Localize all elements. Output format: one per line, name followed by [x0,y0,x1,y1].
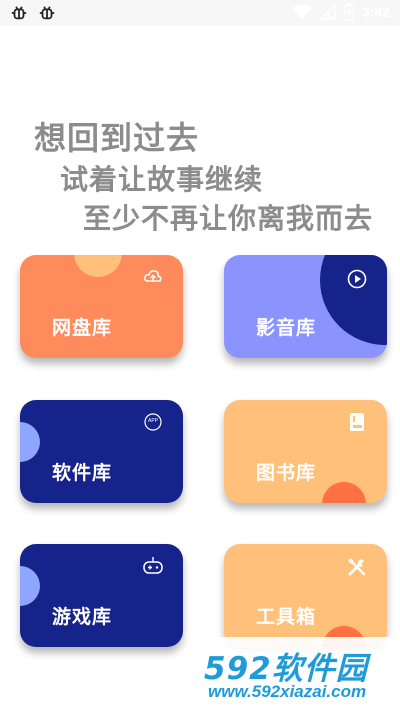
card-decoration [322,482,366,503]
card-cloud-disk[interactable]: 网盘库 [20,255,183,358]
bug-icon [38,4,56,22]
quote-line-2: 试着让故事继续 [60,163,264,196]
quote-line-1: 想回到过去 [34,119,200,157]
card-decoration [20,422,40,462]
card-books[interactable]: 图书库 [224,400,387,503]
wifi-icon [291,4,312,20]
card-label: 图书库 [256,462,317,484]
tools-icon [347,557,367,581]
card-software[interactable]: APP 软件库 [20,400,183,503]
card-decoration [20,566,40,606]
cloud-upload-icon [144,269,162,289]
status-bar: 3:42 [0,0,400,26]
watermark: 592软件园 www.592xiazai.com [198,637,400,711]
status-time: 3:42 [361,4,390,20]
gamepad-icon [142,556,164,580]
bug-icon [10,4,28,22]
watermark-url: www.592xiazai.com [208,682,367,701]
app-icon: APP [144,413,162,435]
card-label: 影音库 [256,317,317,339]
card-media[interactable]: 影音库 [224,255,387,358]
card-decoration [74,255,122,277]
card-games[interactable]: 游戏库 [20,544,183,647]
signal-off-icon [319,4,336,20]
book-icon [348,412,366,436]
battery-charging-icon [343,3,354,21]
card-tools[interactable]: 工具箱 [224,544,387,647]
status-left-icons [10,4,56,22]
card-label: 游戏库 [52,606,113,628]
card-label: 工具箱 [256,606,317,628]
status-right-icons: 3:42 [291,3,390,21]
card-label: 软件库 [52,462,113,484]
quote-line-3: 至少不再让你离我而去 [83,202,374,235]
app-icon-text: APP [147,418,158,424]
play-circle-icon [347,269,367,293]
card-label: 网盘库 [52,317,113,339]
